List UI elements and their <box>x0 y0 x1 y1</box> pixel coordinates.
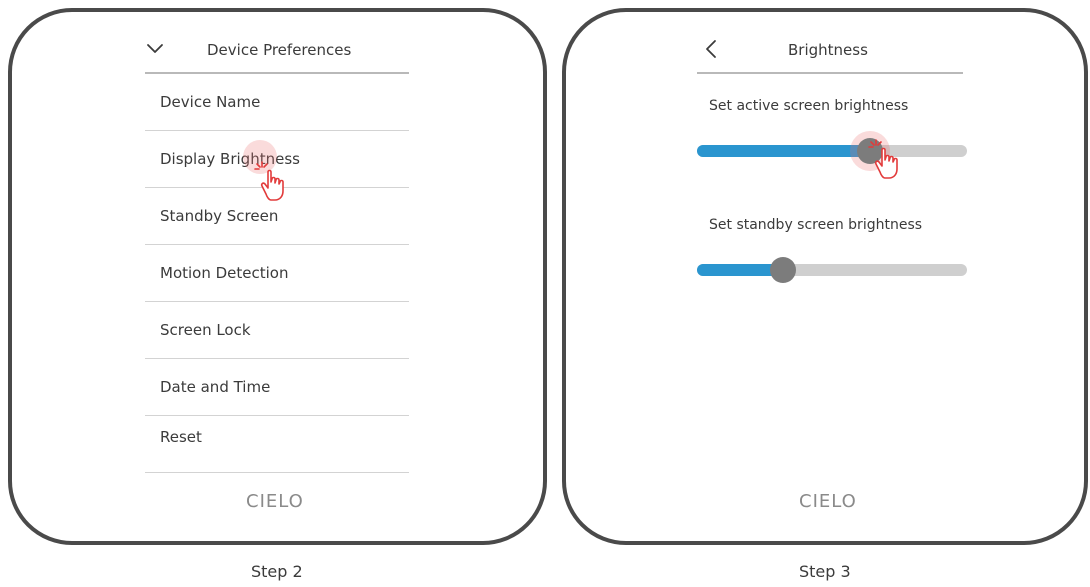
standby-brightness-label: Set standby screen brightness <box>709 217 923 233</box>
menu-item-screen-lock[interactable]: Screen Lock <box>145 302 409 359</box>
menu-item-reset[interactable]: Reset <box>145 416 409 473</box>
menu-item-device-name[interactable]: Device Name <box>145 74 409 131</box>
menu-item-label: Standby Screen <box>160 207 279 225</box>
device-preferences-menu: Device Preferences Device Name Display B… <box>145 32 409 473</box>
menu-item-label: Screen Lock <box>160 321 251 339</box>
brand-logo: CIELO <box>246 491 304 512</box>
page-title: Brightness <box>788 41 868 59</box>
standby-brightness-slider[interactable] <box>697 257 967 283</box>
standby-brightness-thumb[interactable] <box>770 257 797 283</box>
active-brightness-slider[interactable] <box>697 131 967 171</box>
menu-item-date-and-time[interactable]: Date and Time <box>145 359 409 416</box>
tap-hand-icon <box>868 139 898 179</box>
step-label: Step 3 <box>799 562 851 581</box>
active-brightness-fill <box>697 145 870 157</box>
menu-header-title: Device Preferences <box>207 41 352 59</box>
device-step-3: Brightness Set active screen brightness … <box>562 8 1088 545</box>
menu-item-label: Date and Time <box>160 378 271 396</box>
device-step-2: Device Preferences Device Name Display B… <box>8 8 547 545</box>
active-brightness-label: Set active screen brightness <box>709 98 909 114</box>
tap-hand-icon <box>254 161 284 201</box>
brightness-header: Brightness <box>697 32 963 74</box>
menu-item-label: Motion Detection <box>160 264 289 282</box>
chevron-left-icon[interactable] <box>703 39 719 59</box>
menu-item-motion-detection[interactable]: Motion Detection <box>145 245 409 302</box>
menu-item-label: Reset <box>160 428 202 446</box>
brand-logo: CIELO <box>799 491 857 512</box>
menu-item-label: Device Name <box>160 93 261 111</box>
step-label: Step 2 <box>251 562 303 581</box>
chevron-down-icon[interactable] <box>145 38 165 58</box>
menu-header[interactable]: Device Preferences <box>145 32 409 74</box>
